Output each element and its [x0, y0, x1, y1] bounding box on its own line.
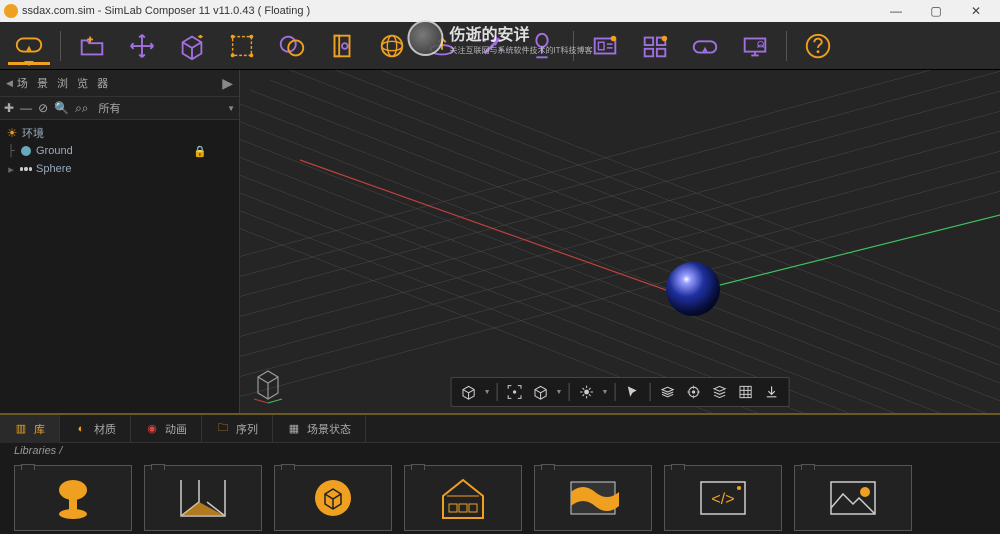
vp-focus-button[interactable] [504, 381, 526, 403]
tree-row-env[interactable]: ☀ 环境 [6, 124, 233, 142]
title-app: SimLab Composer 11 [105, 5, 211, 17]
tool-materials-button[interactable] [271, 27, 313, 65]
tool-vr-button[interactable] [8, 27, 50, 65]
title-file: ssdax.com.sim [22, 5, 95, 17]
tool-open-button[interactable] [71, 27, 113, 65]
chevron-down-icon[interactable]: ▼ [601, 389, 608, 396]
tab-library[interactable]: ▥库 [0, 415, 60, 443]
tab-sequence[interactable]: 🗀序列 [202, 415, 273, 443]
watermark: 伤逝的安详 关注互联网与系统软件技术的IT科技博客 [407, 20, 592, 56]
sphere-object[interactable] [666, 262, 720, 316]
search-button[interactable]: 🔍 [54, 101, 69, 115]
tool-select-button[interactable] [221, 27, 263, 65]
tool-help-button[interactable] [797, 27, 839, 65]
remove-button[interactable]: — [20, 101, 32, 115]
chevron-down-icon[interactable]: ▼ [227, 104, 235, 113]
vp-layers-button[interactable] [656, 381, 678, 403]
lib-item-box[interactable] [274, 465, 392, 531]
chevron-down-icon[interactable]: ▼ [556, 389, 563, 396]
group-icon [20, 163, 32, 175]
viewport-toolbar: ▼ ▼ ▼ [451, 377, 790, 407]
scene-browser-title: 场 景 浏 览 器 [17, 75, 218, 91]
svg-text:</>: </> [711, 491, 734, 508]
link-button[interactable]: ⊘ [38, 101, 48, 115]
lib-item-room[interactable] [144, 465, 262, 531]
lock-icon[interactable]: 🔒 [193, 145, 207, 158]
title-ver: v11.0.43 [213, 5, 254, 17]
tree-row-ground[interactable]: ├ Ground 🔒 [6, 142, 233, 160]
maximize-button[interactable]: ▢ [916, 0, 956, 22]
minimize-button[interactable]: — [876, 0, 916, 22]
tree-label: Ground [36, 145, 73, 157]
vp-grid-button[interactable] [734, 381, 756, 403]
vp-light-button[interactable] [575, 381, 597, 403]
add-button[interactable]: ✚ [4, 101, 14, 115]
collapse-left-icon[interactable]: ◀ [6, 78, 13, 89]
lib-item-chair[interactable] [14, 465, 132, 531]
watermark-sub: 关注互联网与系统软件技术的IT科技博客 [449, 45, 592, 56]
expand-icon[interactable]: ▸ [6, 163, 16, 176]
app-logo-icon [4, 4, 18, 18]
tree-label: 环境 [22, 125, 44, 141]
bino-icon[interactable]: ⌕⌕ [75, 101, 88, 116]
lib-item-image[interactable] [794, 465, 912, 531]
tree-branch-icon: ├ [6, 145, 16, 157]
bottom-panel: ▥库 ◐材质 ◉动画 🗀序列 ▦场景状态 Libraries / </> [0, 413, 1000, 534]
breadcrumb[interactable]: Libraries / [0, 443, 1000, 461]
scene-tree: ☀ 环境 ├ Ground 🔒 ▸ Sphere [0, 120, 239, 413]
tab-materials[interactable]: ◐材质 [60, 415, 131, 443]
vp-target-button[interactable] [682, 381, 704, 403]
tree-row-sphere[interactable]: ▸ Sphere [6, 160, 233, 178]
close-button[interactable]: ✕ [956, 0, 996, 22]
titlebar: ssdax.com.sim - SimLab Composer 11 v11.0… [0, 0, 1000, 22]
chevron-down-icon[interactable]: ▼ [484, 389, 491, 396]
library-items: </> [0, 461, 1000, 534]
vp-cube2-button[interactable] [530, 381, 552, 403]
title-lic: ( Floating ) [258, 5, 311, 17]
bottom-tabs: ▥库 ◐材质 ◉动画 🗀序列 ▦场景状态 [0, 415, 1000, 443]
globe-icon [20, 145, 32, 157]
tree-label: Sphere [36, 163, 71, 175]
sequence-icon: 🗀 [216, 422, 230, 436]
lib-item-flag[interactable] [534, 465, 652, 531]
sun-icon: ☀ [6, 127, 18, 139]
state-icon: ▦ [287, 422, 301, 436]
watermark-icon [407, 20, 443, 56]
view-cube[interactable] [248, 365, 288, 405]
tool-cube-button[interactable] [171, 27, 213, 65]
tool-move-button[interactable] [121, 27, 163, 65]
library-icon: ▥ [14, 422, 28, 436]
watermark-title: 伤逝的安详 [449, 21, 592, 45]
viewport[interactable]: ▼ ▼ ▼ [240, 70, 1000, 413]
lib-item-code[interactable]: </> [664, 465, 782, 531]
collapse-right-icon[interactable]: ▶ [222, 75, 233, 92]
vp-down-button[interactable] [760, 381, 782, 403]
scene-browser-header: ◀ 场 景 浏 览 器 ▶ [0, 70, 239, 96]
grid [240, 70, 1000, 413]
tool-notes-button[interactable] [321, 27, 363, 65]
tool-screen-button[interactable] [734, 27, 776, 65]
animation-icon: ◉ [145, 422, 159, 436]
vp-cursor-button[interactable] [621, 381, 643, 403]
vp-box-button[interactable] [458, 381, 480, 403]
tool-headset-button[interactable] [684, 27, 726, 65]
scene-tools: ✚ — ⊘ 🔍 ⌕⌕ 所有 ▼ [0, 96, 239, 120]
tab-animation[interactable]: ◉动画 [131, 415, 202, 443]
scene-browser: ◀ 场 景 浏 览 器 ▶ ✚ — ⊘ 🔍 ⌕⌕ 所有 ▼ ☀ 环境 ├ Gro… [0, 70, 240, 413]
tool-layout-button[interactable] [634, 27, 676, 65]
axis-x [300, 160, 680, 295]
tab-scene-state[interactable]: ▦场景状态 [273, 415, 366, 443]
lib-item-house[interactable] [404, 465, 522, 531]
materials-icon: ◐ [74, 422, 88, 436]
filter-dropdown[interactable]: 所有 [99, 100, 121, 116]
vp-stack-button[interactable] [708, 381, 730, 403]
